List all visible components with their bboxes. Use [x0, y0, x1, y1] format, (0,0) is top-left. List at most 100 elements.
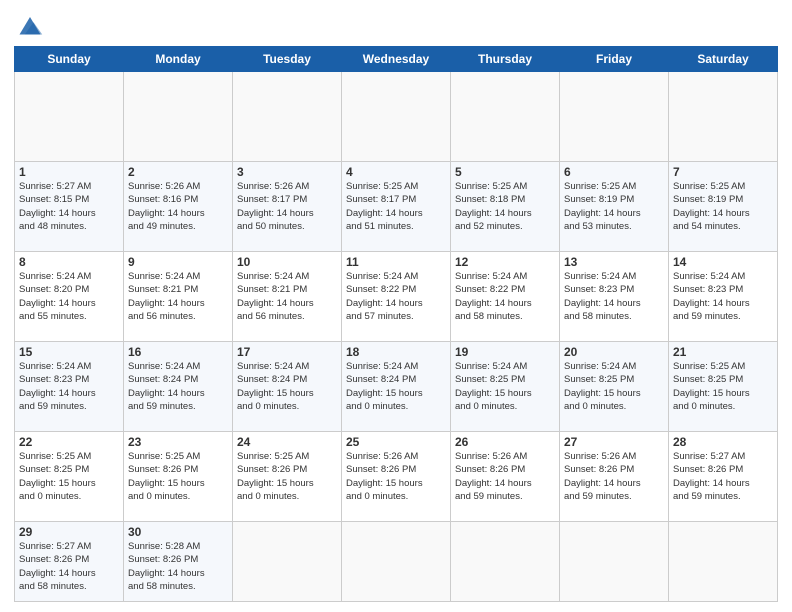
calendar-cell: 22Sunrise: 5:25 AM Sunset: 8:25 PM Dayli… — [15, 432, 124, 522]
calendar-cell: 24Sunrise: 5:25 AM Sunset: 8:26 PM Dayli… — [233, 432, 342, 522]
day-number: 29 — [19, 525, 119, 539]
calendar-cell — [342, 72, 451, 162]
header-saturday: Saturday — [669, 47, 778, 72]
calendar-cell — [233, 72, 342, 162]
day-number: 3 — [237, 165, 337, 179]
header-thursday: Thursday — [451, 47, 560, 72]
day-number: 4 — [346, 165, 446, 179]
day-info: Sunrise: 5:25 AM Sunset: 8:26 PM Dayligh… — [237, 450, 337, 503]
day-info: Sunrise: 5:24 AM Sunset: 8:22 PM Dayligh… — [346, 270, 446, 323]
day-number: 9 — [128, 255, 228, 269]
day-info: Sunrise: 5:25 AM Sunset: 8:18 PM Dayligh… — [455, 180, 555, 233]
day-number: 22 — [19, 435, 119, 449]
day-info: Sunrise: 5:24 AM Sunset: 8:24 PM Dayligh… — [346, 360, 446, 413]
logo — [14, 10, 46, 38]
day-info: Sunrise: 5:26 AM Sunset: 8:26 PM Dayligh… — [346, 450, 446, 503]
day-info: Sunrise: 5:24 AM Sunset: 8:24 PM Dayligh… — [237, 360, 337, 413]
day-number: 14 — [673, 255, 773, 269]
day-number: 10 — [237, 255, 337, 269]
header-sunday: Sunday — [15, 47, 124, 72]
day-number: 7 — [673, 165, 773, 179]
day-number: 8 — [19, 255, 119, 269]
day-info: Sunrise: 5:24 AM Sunset: 8:23 PM Dayligh… — [673, 270, 773, 323]
logo-icon — [16, 10, 44, 38]
day-info: Sunrise: 5:24 AM Sunset: 8:23 PM Dayligh… — [564, 270, 664, 323]
day-number: 20 — [564, 345, 664, 359]
calendar-cell: 23Sunrise: 5:25 AM Sunset: 8:26 PM Dayli… — [124, 432, 233, 522]
calendar-cell: 16Sunrise: 5:24 AM Sunset: 8:24 PM Dayli… — [124, 342, 233, 432]
day-number: 12 — [455, 255, 555, 269]
calendar-cell — [342, 522, 451, 602]
calendar-cell — [15, 72, 124, 162]
page: Sunday Monday Tuesday Wednesday Thursday… — [0, 0, 792, 612]
calendar-cell: 10Sunrise: 5:24 AM Sunset: 8:21 PM Dayli… — [233, 252, 342, 342]
day-info: Sunrise: 5:26 AM Sunset: 8:26 PM Dayligh… — [564, 450, 664, 503]
calendar-table: Sunday Monday Tuesday Wednesday Thursday… — [14, 46, 778, 602]
calendar-cell: 8Sunrise: 5:24 AM Sunset: 8:20 PM Daylig… — [15, 252, 124, 342]
day-number: 16 — [128, 345, 228, 359]
day-info: Sunrise: 5:27 AM Sunset: 8:15 PM Dayligh… — [19, 180, 119, 233]
calendar-cell: 3Sunrise: 5:26 AM Sunset: 8:17 PM Daylig… — [233, 162, 342, 252]
day-info: Sunrise: 5:28 AM Sunset: 8:26 PM Dayligh… — [128, 540, 228, 593]
day-number: 11 — [346, 255, 446, 269]
day-info: Sunrise: 5:26 AM Sunset: 8:26 PM Dayligh… — [455, 450, 555, 503]
week-row-5: 29Sunrise: 5:27 AM Sunset: 8:26 PM Dayli… — [15, 522, 778, 602]
calendar-cell: 13Sunrise: 5:24 AM Sunset: 8:23 PM Dayli… — [560, 252, 669, 342]
day-number: 24 — [237, 435, 337, 449]
calendar-cell — [451, 72, 560, 162]
day-number: 13 — [564, 255, 664, 269]
week-row-3: 15Sunrise: 5:24 AM Sunset: 8:23 PM Dayli… — [15, 342, 778, 432]
day-info: Sunrise: 5:26 AM Sunset: 8:17 PM Dayligh… — [237, 180, 337, 233]
calendar-cell — [451, 522, 560, 602]
calendar-cell: 20Sunrise: 5:24 AM Sunset: 8:25 PM Dayli… — [560, 342, 669, 432]
calendar-cell — [669, 72, 778, 162]
day-number: 18 — [346, 345, 446, 359]
calendar-cell: 1Sunrise: 5:27 AM Sunset: 8:15 PM Daylig… — [15, 162, 124, 252]
calendar-cell: 11Sunrise: 5:24 AM Sunset: 8:22 PM Dayli… — [342, 252, 451, 342]
calendar-cell: 15Sunrise: 5:24 AM Sunset: 8:23 PM Dayli… — [15, 342, 124, 432]
calendar-cell: 17Sunrise: 5:24 AM Sunset: 8:24 PM Dayli… — [233, 342, 342, 432]
calendar-cell: 12Sunrise: 5:24 AM Sunset: 8:22 PM Dayli… — [451, 252, 560, 342]
calendar-cell: 19Sunrise: 5:24 AM Sunset: 8:25 PM Dayli… — [451, 342, 560, 432]
day-number: 28 — [673, 435, 773, 449]
day-info: Sunrise: 5:25 AM Sunset: 8:25 PM Dayligh… — [19, 450, 119, 503]
header-wednesday: Wednesday — [342, 47, 451, 72]
day-number: 2 — [128, 165, 228, 179]
week-row-4: 22Sunrise: 5:25 AM Sunset: 8:25 PM Dayli… — [15, 432, 778, 522]
day-info: Sunrise: 5:25 AM Sunset: 8:25 PM Dayligh… — [673, 360, 773, 413]
day-info: Sunrise: 5:24 AM Sunset: 8:23 PM Dayligh… — [19, 360, 119, 413]
calendar-cell — [560, 72, 669, 162]
calendar-cell: 7Sunrise: 5:25 AM Sunset: 8:19 PM Daylig… — [669, 162, 778, 252]
day-info: Sunrise: 5:24 AM Sunset: 8:21 PM Dayligh… — [128, 270, 228, 323]
calendar-cell: 18Sunrise: 5:24 AM Sunset: 8:24 PM Dayli… — [342, 342, 451, 432]
day-info: Sunrise: 5:27 AM Sunset: 8:26 PM Dayligh… — [673, 450, 773, 503]
header-tuesday: Tuesday — [233, 47, 342, 72]
calendar-cell: 30Sunrise: 5:28 AM Sunset: 8:26 PM Dayli… — [124, 522, 233, 602]
day-info: Sunrise: 5:25 AM Sunset: 8:26 PM Dayligh… — [128, 450, 228, 503]
day-number: 19 — [455, 345, 555, 359]
day-number: 23 — [128, 435, 228, 449]
calendar-cell: 27Sunrise: 5:26 AM Sunset: 8:26 PM Dayli… — [560, 432, 669, 522]
calendar-cell — [669, 522, 778, 602]
day-info: Sunrise: 5:24 AM Sunset: 8:25 PM Dayligh… — [564, 360, 664, 413]
day-info: Sunrise: 5:24 AM Sunset: 8:24 PM Dayligh… — [128, 360, 228, 413]
week-row-0 — [15, 72, 778, 162]
weekday-header-row: Sunday Monday Tuesday Wednesday Thursday… — [15, 47, 778, 72]
day-number: 25 — [346, 435, 446, 449]
calendar-cell: 5Sunrise: 5:25 AM Sunset: 8:18 PM Daylig… — [451, 162, 560, 252]
week-row-2: 8Sunrise: 5:24 AM Sunset: 8:20 PM Daylig… — [15, 252, 778, 342]
header-monday: Monday — [124, 47, 233, 72]
day-info: Sunrise: 5:24 AM Sunset: 8:20 PM Dayligh… — [19, 270, 119, 323]
day-number: 26 — [455, 435, 555, 449]
day-number: 21 — [673, 345, 773, 359]
day-info: Sunrise: 5:24 AM Sunset: 8:22 PM Dayligh… — [455, 270, 555, 323]
day-info: Sunrise: 5:25 AM Sunset: 8:17 PM Dayligh… — [346, 180, 446, 233]
day-number: 1 — [19, 165, 119, 179]
day-number: 15 — [19, 345, 119, 359]
calendar-cell — [233, 522, 342, 602]
calendar-cell: 6Sunrise: 5:25 AM Sunset: 8:19 PM Daylig… — [560, 162, 669, 252]
day-info: Sunrise: 5:24 AM Sunset: 8:25 PM Dayligh… — [455, 360, 555, 413]
day-number: 6 — [564, 165, 664, 179]
calendar-cell — [124, 72, 233, 162]
day-info: Sunrise: 5:25 AM Sunset: 8:19 PM Dayligh… — [673, 180, 773, 233]
